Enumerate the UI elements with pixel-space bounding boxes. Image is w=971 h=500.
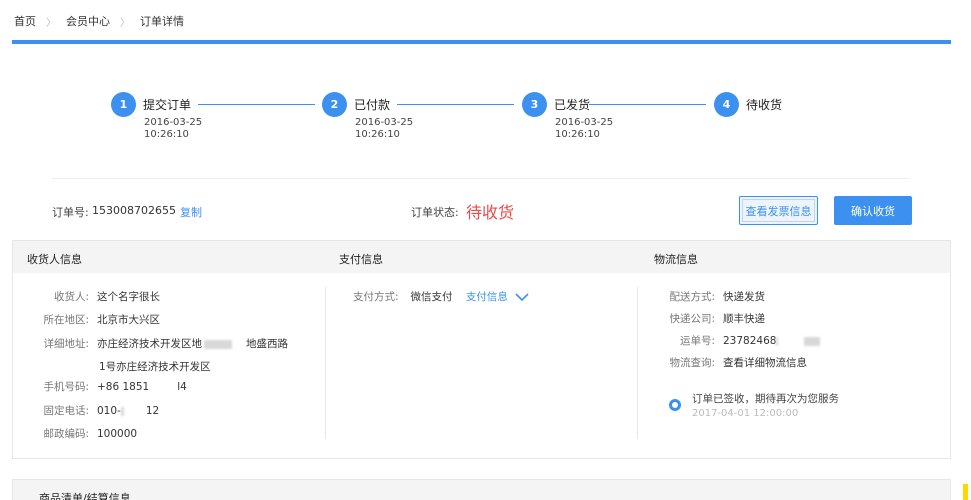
order-number-label: 订单号: xyxy=(52,206,89,219)
step-label: 待收货 xyxy=(746,98,783,112)
scroll-edge-marker xyxy=(963,484,968,500)
step-datetime: 2016-03-25 10:26:10 xyxy=(144,117,203,140)
step-label: 已付款 xyxy=(354,98,391,112)
order-number: 153008702655 xyxy=(92,204,176,217)
step-label: 提交订单 xyxy=(143,98,192,112)
order-info-panel: 收货人信息 支付信息 物流信息 收货人: 这个名字很长 所在地区: 北京市大兴区 详… xyxy=(12,240,951,459)
goods-settlement-title: 商品清单/结算信息 xyxy=(39,492,131,500)
redacted-text xyxy=(776,336,779,346)
shipping-method-row: 配送方式: 快递发货 xyxy=(669,291,765,303)
order-status-label: 订单状态: xyxy=(411,206,459,219)
order-status: 待收货 xyxy=(466,203,515,222)
info-panel-header: 收货人信息 支付信息 物流信息 xyxy=(13,241,950,273)
confirm-receipt-button[interactable]: 确认收货 xyxy=(834,196,912,225)
receiver-name-row: 收货人: 这个名字很长 xyxy=(53,291,160,303)
breadcrumb-home[interactable]: 首页 xyxy=(14,13,36,29)
header-accent-bar xyxy=(12,40,951,44)
delivery-status-radio-icon xyxy=(669,399,681,411)
redacted-text xyxy=(120,406,124,416)
copy-order-number-link[interactable]: 复制 xyxy=(180,204,202,220)
courier-row: 快递公司: 顺丰快递 xyxy=(669,313,765,325)
delivery-status-time: 2017-04-01 12:00:00 xyxy=(692,408,799,419)
step-submit-order: 1 提交订单 2016-03-25 10:26:10 xyxy=(111,92,202,140)
chevron-down-icon[interactable] xyxy=(515,292,529,302)
breadcrumb: 首页 〉 会员中心 〉 订单详情 xyxy=(14,13,184,29)
order-progress: 1 提交订单 2016-03-25 10:26:10 2 已付款 2016-03-… xyxy=(111,92,871,152)
order-summary-row: 订单号: 153008702655 复制 订单状态: 待收货 查看发票信息 确认… xyxy=(52,196,912,226)
redacted-text xyxy=(204,339,232,349)
view-invoice-button[interactable]: 查看发票信息 xyxy=(739,196,818,225)
step-datetime: 2016-03-25 10:26:10 xyxy=(355,117,414,140)
receiver-address-line2: 1号亦庄经济技术开发区 xyxy=(99,361,211,373)
step-number: 2 xyxy=(322,92,347,117)
step-paid: 2 已付款 2016-03-25 10:26:10 xyxy=(322,92,413,140)
section-divider xyxy=(52,178,910,179)
redacted-text xyxy=(804,336,821,346)
receiver-region-row: 所在地区: 北京市大兴区 xyxy=(43,314,160,326)
step-number: 1 xyxy=(111,92,136,117)
payment-method-row: 支付方式: 微信支付 支付信息 xyxy=(353,289,529,304)
column-divider xyxy=(637,287,638,439)
receiver-zip-row: 邮政编码: 100000 xyxy=(43,428,138,440)
step-connector xyxy=(589,104,706,105)
step-connector xyxy=(397,104,514,105)
logistics-query-row: 物流查询: 查看详细物流信息 xyxy=(669,357,807,369)
tracking-number-row: 运单号: 23782468 xyxy=(653,333,821,348)
receiver-mobile-row: 手机号码: +86 1851 l4 xyxy=(43,381,187,393)
step-connector xyxy=(198,104,315,105)
chevron-right-icon: 〉 xyxy=(120,17,130,29)
receiver-info-title: 收货人信息 xyxy=(27,253,82,266)
goods-settlement-panel: 商品清单/结算信息 xyxy=(12,479,951,500)
column-divider xyxy=(325,287,326,439)
step-number: 4 xyxy=(714,92,739,117)
payment-info-title: 支付信息 xyxy=(339,253,383,266)
breadcrumb-member-center[interactable]: 会员中心 xyxy=(66,13,110,29)
view-logistics-detail-link[interactable]: 查看详细物流信息 xyxy=(723,357,807,369)
logistics-info-title: 物流信息 xyxy=(654,253,698,266)
step-number: 3 xyxy=(522,92,547,117)
breadcrumb-order-detail: 订单详情 xyxy=(140,15,184,28)
step-datetime: 2016-03-25 10:26:10 xyxy=(555,117,614,140)
step-awaiting-receipt: 4 待收货 xyxy=(714,92,782,117)
payment-info-link[interactable]: 支付信息 xyxy=(466,291,508,303)
receiver-address-row: 详细地址: 亦庄经济技术开发区地 地盛西路 xyxy=(43,338,288,350)
button-focus-ring xyxy=(742,199,815,222)
receiver-phone-row: 固定电话: 010- 12 xyxy=(43,405,160,417)
step-shipped: 3 已发货 2016-03-25 10:26:10 xyxy=(522,92,613,140)
chevron-right-icon: 〉 xyxy=(46,17,56,29)
step-label: 已发货 xyxy=(554,98,591,112)
delivery-status-note: 订单已签收，期待再次为您服务 xyxy=(692,393,839,405)
